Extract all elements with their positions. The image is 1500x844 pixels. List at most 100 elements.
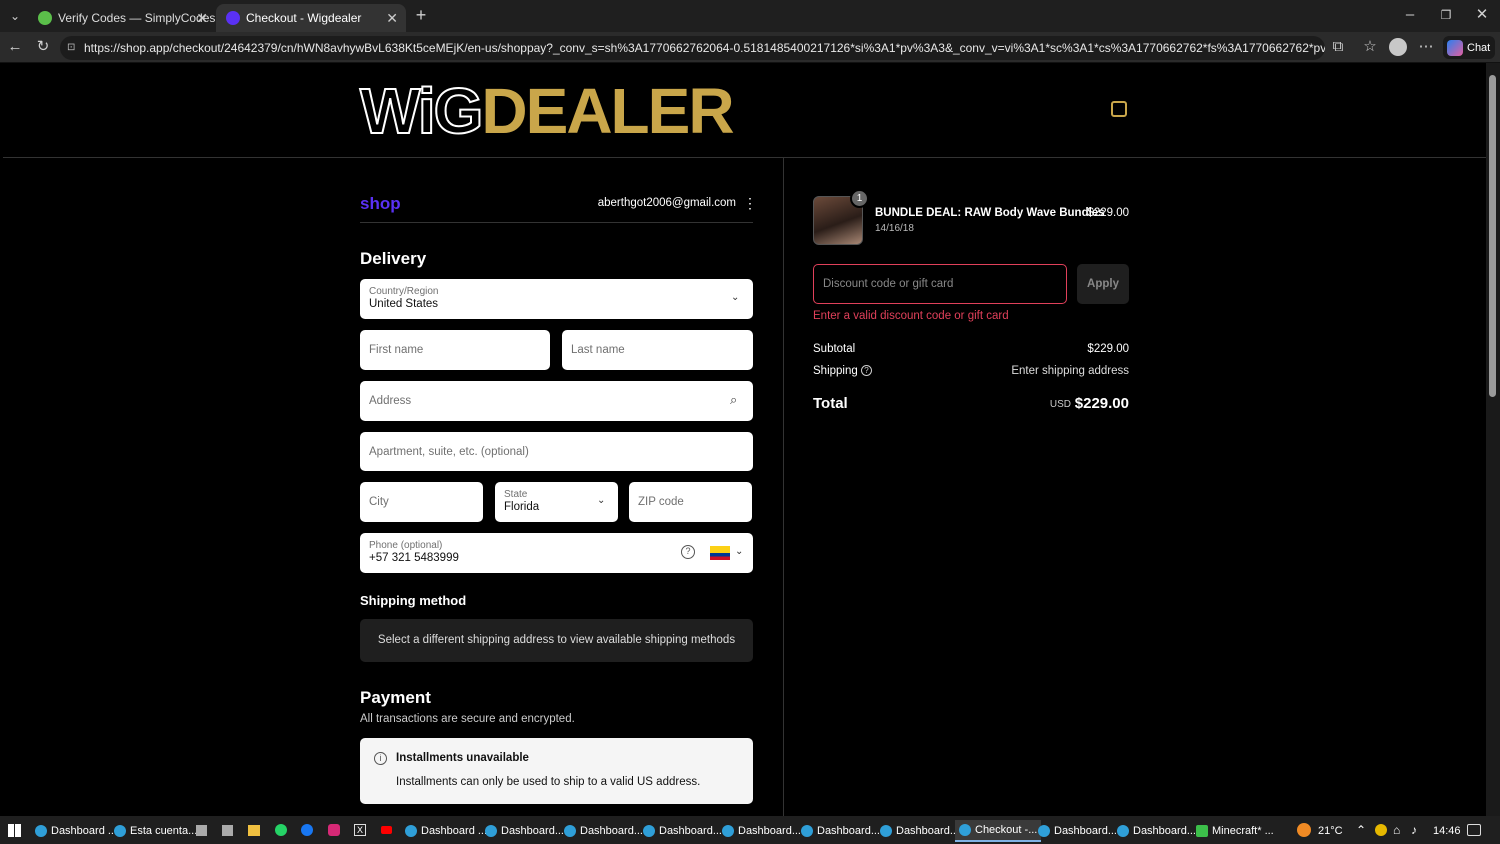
colombia-flag-icon[interactable] — [710, 546, 730, 560]
shipping-method-heading: Shipping method — [360, 593, 467, 608]
taskbar-item[interactable]: Dashboard... — [485, 820, 564, 842]
country-label: Country/Region — [369, 286, 439, 297]
wigdealer-logo[interactable]: WiGDEALER — [359, 78, 735, 144]
taskbar-item[interactable]: Dashboard... — [1117, 820, 1196, 842]
phone-label: Phone (optional) — [369, 540, 443, 551]
tab-title: Verify Codes — SimplyCodes — [58, 11, 216, 25]
total-label: Total — [813, 395, 848, 412]
column-divider — [783, 158, 784, 816]
tab-title: Checkout - Wigdealer — [246, 11, 362, 25]
clock-time[interactable]: 14:46 — [1433, 825, 1461, 837]
site-info-icon[interactable]: ⊡ — [67, 36, 75, 60]
favorites-icon[interactable]: ☆ — [1360, 37, 1380, 57]
taskbar-item[interactable]: Dashboard... — [643, 820, 722, 842]
installments-notice: i Installments unavailable Installments … — [360, 738, 753, 804]
tab-simplycodes[interactable]: Verify Codes — SimplyCodes ✕ — [28, 4, 216, 32]
search-icon: ⌕ — [730, 392, 738, 407]
city-field[interactable]: City — [360, 482, 483, 522]
file-explorer-icon[interactable] — [248, 825, 260, 836]
edge-icon — [722, 825, 734, 837]
notifications-icon[interactable] — [1467, 824, 1481, 836]
new-tab-icon[interactable]: + — [411, 5, 431, 25]
taskbar-item-active[interactable]: Checkout -... — [955, 820, 1042, 842]
checkout-page: WiGDEALER shop aberthgot2006@gmail.com ⋮… — [3, 63, 1486, 816]
state-label: State — [504, 489, 528, 500]
app-icon[interactable] — [196, 825, 207, 836]
edge-icon — [801, 825, 813, 837]
network-icon[interactable]: ⌂ — [1393, 823, 1400, 837]
shipping-value: Enter shipping address — [1011, 365, 1129, 377]
first-name-field[interactable]: First name — [360, 330, 550, 370]
taskbar-item[interactable]: Dashboard ... — [405, 820, 487, 842]
delivery-heading: Delivery — [360, 249, 427, 268]
edge-icon — [35, 825, 47, 837]
taskbar-item[interactable]: Dashboard... — [1038, 820, 1117, 842]
taskbar-item[interactable]: Dashboard... — [801, 820, 880, 842]
x-icon[interactable]: X — [354, 824, 366, 836]
installments-text: Installments can only be used to ship to… — [396, 776, 701, 788]
phone-value: +57 321 5483999 — [369, 552, 459, 564]
edge-icon — [1038, 825, 1050, 837]
scrollbar-thumb[interactable] — [1489, 75, 1496, 397]
refresh-icon[interactable]: ↻ — [33, 37, 53, 57]
edge-icon — [114, 825, 126, 837]
chat-label: Chat — [1467, 41, 1491, 54]
copilot-icon — [1447, 39, 1463, 56]
taskbar-item[interactable]: Dashboard... — [722, 820, 801, 842]
restore-icon[interactable]: ❐ — [1436, 5, 1456, 25]
browser-chrome: ⌄ Verify Codes — SimplyCodes ✕ Checkout … — [0, 0, 1500, 63]
tab-list-icon[interactable]: ⌄ — [5, 6, 25, 26]
account-menu-icon[interactable]: ⋮ — [743, 195, 757, 212]
installments-title: Installments unavailable — [396, 752, 529, 764]
tray-chevron-up-icon[interactable]: ⌃ — [1356, 823, 1366, 837]
temperature[interactable]: 21°C — [1318, 825, 1343, 837]
back-icon[interactable]: ← — [5, 37, 25, 57]
taskbar-item[interactable]: Dashboard ... — [35, 820, 117, 842]
url-field[interactable]: ⊡ https://shop.app/checkout/24642379/cn/… — [60, 36, 1325, 60]
product-price: $229.00 — [1087, 207, 1129, 219]
url-text: https://shop.app/checkout/24642379/cn/hW… — [84, 41, 1325, 55]
chevron-down-icon: ⌄ — [731, 292, 740, 303]
facebook-icon[interactable] — [301, 824, 313, 836]
close-tab-icon[interactable]: ✕ — [196, 10, 208, 27]
apply-button[interactable]: Apply — [1077, 264, 1129, 304]
taskbar-item[interactable]: Dashboard... — [564, 820, 643, 842]
volume-icon[interactable]: ♪ — [1411, 823, 1417, 837]
edge-icon — [485, 825, 497, 837]
weather-icon[interactable] — [1297, 823, 1311, 837]
country-value: United States — [369, 298, 439, 310]
chevron-down-icon[interactable]: ⌄ — [735, 546, 743, 557]
taskbar-item[interactable]: Esta cuenta... — [114, 820, 197, 842]
help-icon[interactable]: ? — [681, 545, 695, 559]
profile-avatar[interactable] — [1389, 38, 1407, 56]
phone-field[interactable]: Phone (optional) +57 321 5483999 ? ⌄ — [360, 533, 753, 573]
country-select[interactable]: Country/Region United States ⌄ — [360, 279, 753, 319]
subtotal-value: $229.00 — [1087, 343, 1129, 355]
zip-field[interactable]: ZIP code — [629, 482, 752, 522]
calculator-icon[interactable] — [222, 825, 233, 836]
state-select[interactable]: State Florida ⌄ — [495, 482, 618, 522]
close-window-icon[interactable]: ✕ — [1472, 5, 1492, 25]
cart-bag-icon[interactable] — [1111, 101, 1127, 117]
subtotal-label: Subtotal — [813, 343, 856, 355]
taskbar-item[interactable]: Minecraft* ... — [1196, 820, 1274, 842]
discount-code-field[interactable]: Discount code or gift card — [813, 264, 1067, 304]
youtube-icon[interactable] — [381, 826, 392, 834]
more-menu-icon[interactable]: ⋯ — [1416, 37, 1436, 57]
tray-app-icon[interactable] — [1375, 824, 1387, 836]
apartment-field[interactable]: Apartment, suite, etc. (optional) — [360, 432, 753, 471]
instagram-icon[interactable] — [328, 824, 340, 836]
page-scrollbar[interactable] — [1486, 63, 1500, 816]
shipping-help-icon[interactable]: ? — [861, 365, 872, 376]
close-tab-icon[interactable]: ✕ — [386, 10, 398, 27]
last-name-field[interactable]: Last name — [562, 330, 753, 370]
tab-checkout[interactable]: Checkout - Wigdealer ✕ — [216, 4, 406, 32]
whatsapp-icon[interactable] — [275, 824, 287, 836]
extensions-icon[interactable]: ⧉ — [1328, 37, 1348, 57]
address-field[interactable]: Address ⌕ — [360, 381, 753, 421]
copilot-chat-button[interactable]: Chat — [1443, 36, 1495, 59]
taskbar-item[interactable]: Dashboard... — [880, 820, 959, 842]
minimize-icon[interactable]: – — [1400, 5, 1420, 25]
separator — [360, 222, 753, 223]
start-button-icon[interactable] — [8, 824, 21, 837]
